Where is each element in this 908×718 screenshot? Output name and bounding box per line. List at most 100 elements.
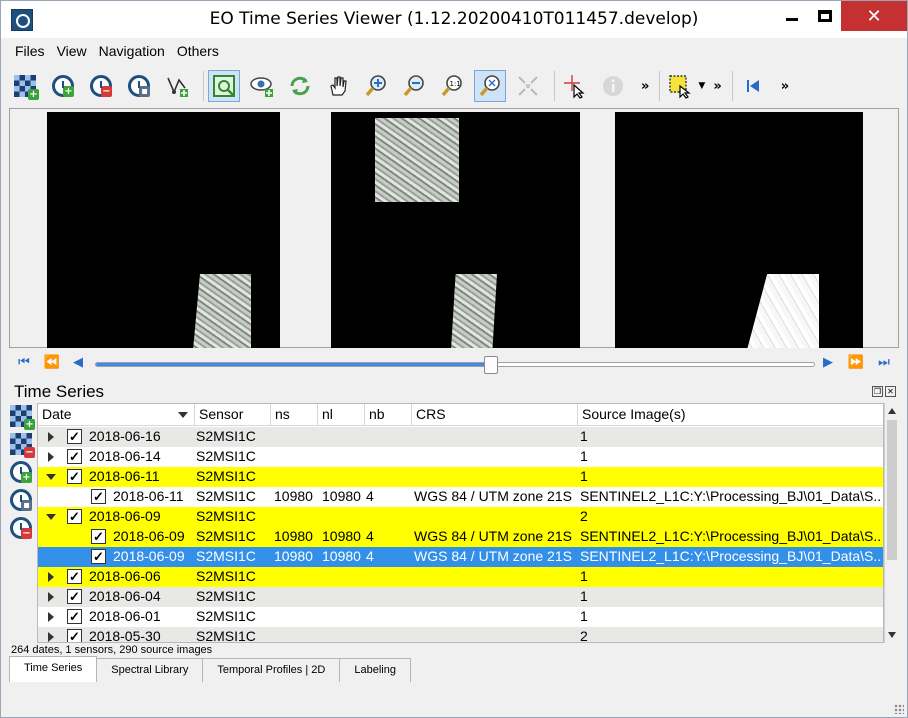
tab-time-series[interactable]: Time Series [9,656,98,682]
dropdown-arrow-icon[interactable]: ▼ [698,81,705,91]
ns-cell: 10980 [274,488,313,504]
tab-spectral-library[interactable]: Spectral Library [96,658,204,682]
table-vertical-scrollbar[interactable] [884,403,899,643]
map-canvas-1[interactable] [47,112,280,348]
time-series-date-row[interactable]: ✓ 2018-06-06 S2MSI1C 1 [38,567,883,587]
zoom-in-icon [365,75,386,97]
toolbar-overflow-button-2[interactable]: » [713,79,721,94]
source-image-row[interactable]: ✓ 2018-06-09 S2MSI1C 10980 10980 4 WGS 84 / UT… [38,527,883,547]
add-vector-button[interactable] [161,70,193,102]
expand-arrow-icon[interactable] [48,632,54,642]
expand-arrow-icon[interactable] [48,612,54,622]
float-panel-button[interactable]: ❐ [872,386,883,397]
scroll-down-icon[interactable] [888,632,896,638]
scrollbar-thumb[interactable] [887,420,897,560]
add-images-button[interactable]: + [9,70,41,102]
go-first-button[interactable]: ⏮ [15,353,33,371]
minimize-button[interactable] [774,1,810,31]
close-panel-button[interactable]: ✕ [885,386,896,397]
info-button[interactable] [597,70,629,102]
time-series-date-row[interactable]: ✓ 2018-06-16 S2MSI1C 1 [38,427,883,447]
date-cell: 2018-05-30 [89,628,161,643]
map-view-area[interactable] [9,108,899,348]
pan-button[interactable] [322,70,354,102]
time-series-date-row[interactable]: ✓ 2018-06-01 S2MSI1C 1 [38,607,883,627]
side-remove-images-button[interactable]: − [10,433,35,458]
menu-others[interactable]: Others [171,40,225,64]
column-header-crs[interactable]: CRS [412,404,578,426]
column-header-sensor[interactable]: Sensor [195,404,271,426]
zoom-in-button[interactable] [360,70,392,102]
select-feature-button[interactable] [664,70,696,102]
side-add-images-button[interactable]: + [10,405,35,430]
row-checkbox[interactable]: ✓ [91,529,106,544]
side-add-time-series-button[interactable]: + [10,461,32,483]
step-forward-button[interactable]: ▶ [819,353,837,371]
time-series-date-row[interactable]: ✓ 2018-06-14 S2MSI1C 1 [38,447,883,467]
expand-arrow-icon[interactable] [48,432,54,442]
scroll-up-icon[interactable] [888,408,896,414]
first-date-button[interactable] [737,70,769,102]
time-series-date-row[interactable]: ✓ 2018-06-11 S2MSI1C 1 [38,467,883,487]
step-back-button[interactable]: ◀ [69,353,87,371]
source-image-row[interactable]: ✓ 2018-06-09 S2MSI1C 10980 10980 4 WGS 84 / UT… [38,547,883,567]
side-save-time-series-button[interactable]: ▪ [10,489,32,511]
column-header-nl[interactable]: nl [318,404,365,426]
tab-labeling[interactable]: Labeling [339,658,411,682]
time-series-table[interactable]: Date Sensor ns nl nb CRS Source Image(s)… [37,403,884,643]
tab-temporal-profiles[interactable]: Temporal Profiles | 2D [202,658,341,682]
step-back-fast-button[interactable]: ⏪ [43,353,61,371]
close-button[interactable]: ✕ [841,1,907,31]
row-checkbox[interactable]: ✓ [67,609,82,624]
zoom-pixel-button[interactable] [512,70,544,102]
zoom-full-button[interactable] [474,70,506,102]
menu-files[interactable]: Files [9,40,51,64]
pan-to-button[interactable] [246,70,278,102]
expand-arrow-icon[interactable] [48,572,54,582]
source-image-row[interactable]: ✓ 2018-06-11 S2MSI1C 10980 10980 4 WGS 84 / UT… [38,487,883,507]
row-checkbox[interactable]: ✓ [67,569,82,584]
column-header-source[interactable]: Source Image(s) [578,404,883,426]
menu-navigation[interactable]: Navigation [93,40,171,64]
row-checkbox[interactable]: ✓ [67,469,82,484]
zoom-out-button[interactable] [398,70,430,102]
add-time-series-button[interactable]: + [47,70,79,102]
side-remove-time-series-button[interactable]: − [10,517,32,539]
save-time-series-button[interactable]: ▪ [123,70,155,102]
row-checkbox[interactable]: ✓ [67,429,82,444]
map-canvas-3[interactable] [615,112,863,348]
remove-time-series-button[interactable]: − [85,70,117,102]
time-series-date-row[interactable]: ✓ 2018-06-04 S2MSI1C 1 [38,587,883,607]
go-last-button[interactable]: ⏭ [875,353,893,371]
maximize-button[interactable] [807,1,843,31]
expand-arrow-icon[interactable] [48,592,54,602]
time-series-date-row[interactable]: ✓ 2018-05-30 S2MSI1C 2 [38,627,883,643]
map-canvas-2[interactable] [331,112,580,348]
column-header-ns[interactable]: ns [271,404,318,426]
select-area-button[interactable] [208,70,240,102]
row-checkbox[interactable]: ✓ [67,629,82,642]
column-header-date[interactable]: Date [38,404,195,426]
row-checkbox[interactable]: ✓ [91,489,106,504]
window-resize-grip[interactable] [894,704,904,714]
collapse-arrow-icon[interactable] [46,514,56,520]
column-header-nb[interactable]: nb [365,404,412,426]
date-slider-handle[interactable] [483,356,498,374]
expand-arrow-icon[interactable] [48,452,54,462]
toolbar-overflow-button[interactable]: » [641,79,649,94]
zoom-native-button[interactable]: 1:1 [436,70,468,102]
collapse-arrow-icon[interactable] [46,474,56,480]
date-slider[interactable] [95,356,815,374]
identify-cursor-button[interactable] [559,70,591,102]
toolbar-overflow-button-3[interactable]: » [781,79,789,94]
time-series-date-row[interactable]: ✓ 2018-06-09 S2MSI1C 2 [38,507,883,527]
date-cell: 2018-06-09 [113,548,185,564]
date-cell: 2018-06-04 [89,588,161,604]
row-checkbox[interactable]: ✓ [91,549,106,564]
row-checkbox[interactable]: ✓ [67,509,82,524]
menu-view[interactable]: View [51,40,93,64]
row-checkbox[interactable]: ✓ [67,589,82,604]
row-checkbox[interactable]: ✓ [67,449,82,464]
refresh-button[interactable] [284,70,316,102]
step-forward-fast-button[interactable]: ⏩ [847,353,865,371]
